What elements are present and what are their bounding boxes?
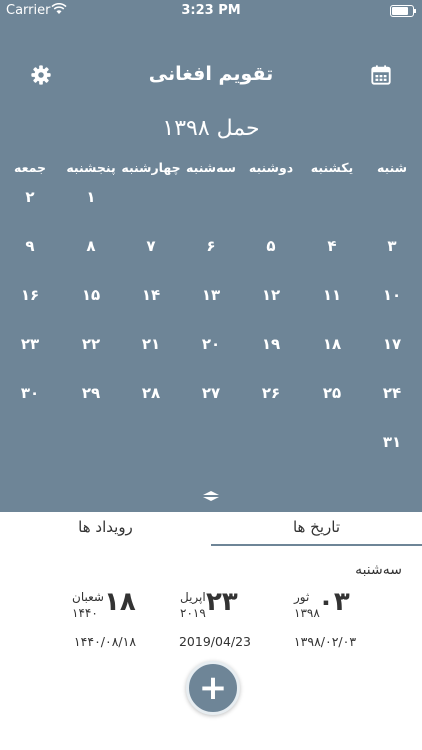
status-bar: Carrier 3:23 PM <box>0 0 422 22</box>
calendar-day[interactable]: ۳ <box>367 237 417 255</box>
lunar-month: شعبان <box>72 590 104 604</box>
solar-year: ۱۳۹۸ <box>294 606 320 620</box>
calendar-day[interactable]: ۴ <box>307 237 357 255</box>
calendar-day[interactable]: ۱۶ <box>5 286 55 304</box>
lunar-full-date: ۱۴۴۰/۰۸/۱۸ <box>73 634 137 649</box>
weekday-label: چهارشنبه <box>121 160 181 175</box>
weekday-label: سه‌شنبه <box>186 160 236 175</box>
gregorian-year: ۲۰۱۹ <box>180 606 206 620</box>
calendar-day[interactable]: ۲۶ <box>246 384 296 402</box>
today-dates: ۰۳ ثور ۱۳۹۸ ۱۳۹۸/۰۲/۰۳ ۲۳ اپریل ۲۰۱۹ 201… <box>0 585 422 655</box>
tab-dates[interactable]: تاریخ ها <box>211 512 422 546</box>
weekday-label: پنجشنبه <box>66 160 116 175</box>
calendar-day[interactable]: ۵ <box>246 237 296 255</box>
calendar-icon[interactable] <box>370 64 392 86</box>
calendar-day[interactable]: ۲۲ <box>66 335 116 353</box>
calendar-day[interactable]: ۲۴ <box>367 384 417 402</box>
gregorian-month: اپریل <box>180 590 206 604</box>
plus-icon: + <box>198 668 228 708</box>
gregorian-day: ۲۳ <box>206 587 238 617</box>
today-weekday: سه‌شنبه <box>355 562 402 578</box>
calendar-day[interactable]: ۲۹ <box>66 384 116 402</box>
tab-bar: رویداد ها تاریخ ها <box>0 512 422 546</box>
weekday-label: شنبه <box>376 160 408 175</box>
lunar-year: ۱۴۴۰ <box>72 606 98 620</box>
calendar-day[interactable]: ۱۸ <box>307 335 357 353</box>
battery-icon <box>390 5 416 17</box>
battery-level <box>392 7 408 15</box>
calendar-day[interactable]: ۱۲ <box>246 286 296 304</box>
tab-events[interactable]: رویداد ها <box>0 512 211 544</box>
weekday-header: شنبه یکشنبه دوشنبه سه‌شنبه چهارشنبه پنجش… <box>0 160 422 180</box>
calendar-day[interactable]: ۲۱ <box>126 335 176 353</box>
calendar-day[interactable]: ۱۹ <box>246 335 296 353</box>
nav-bar: تقویم افغانی <box>0 55 422 95</box>
weekday-label: جمعه <box>13 160 47 175</box>
add-event-button[interactable]: + <box>186 661 240 715</box>
calendar-day[interactable]: ۲۰ <box>186 335 236 353</box>
calendar-day[interactable]: ۹ <box>5 237 55 255</box>
calendar-day[interactable]: ۳۰ <box>5 384 55 402</box>
calendar-day[interactable]: ۳۱ <box>367 433 417 451</box>
calendar-day[interactable]: ۱۰ <box>367 286 417 304</box>
calendar-panel: Carrier 3:23 PM تقویم افغانی حمل ۱۳۹۸ شن… <box>0 0 422 512</box>
solar-month: ثور <box>294 590 310 604</box>
lunar-day: ۱۸ <box>104 587 136 617</box>
calendar-day[interactable]: ۸ <box>66 237 116 255</box>
calendar-day[interactable]: ۱۳ <box>186 286 236 304</box>
calendar-day[interactable]: ۲۵ <box>307 384 357 402</box>
lunar-date-card: ۱۸ شعبان ۱۴۴۰ ۱۴۴۰/۰۸/۱۸ <box>40 585 170 655</box>
app-title: تقویم افغانی <box>148 63 274 85</box>
collapse-handle-icon[interactable] <box>199 488 223 504</box>
calendar-day[interactable]: ۶ <box>186 237 236 255</box>
calendar-day[interactable]: ۱ <box>66 188 116 206</box>
weekday-label: یکشنبه <box>310 160 354 175</box>
calendar-day[interactable]: ۱۱ <box>307 286 357 304</box>
calendar-day[interactable]: ۱۷ <box>367 335 417 353</box>
calendar-day[interactable]: ۱۵ <box>66 286 116 304</box>
month-title: حمل ۱۳۹۸ <box>162 116 260 141</box>
calendar-day[interactable]: ۷ <box>126 237 176 255</box>
status-time: 3:23 PM <box>181 3 241 18</box>
calendar-day[interactable]: ۲۸ <box>126 384 176 402</box>
weekday-label: دوشنبه <box>248 160 294 175</box>
calendar-grid: ۱ ۲ ۳ ۴ ۵ ۶ ۷ ۸ ۹ ۱۰ ۱۱ ۱۲ ۱۳ ۱۴ ۱۵ ۱۶ ۱۷ ۱۸ ۱۹ ۲۰ ۲۱ ۲۲ ۲۳ ۲۴ ۲… <box>0 188 422 488</box>
calendar-day[interactable]: ۲۷ <box>186 384 236 402</box>
calendar-day[interactable]: ۲۳ <box>5 335 55 353</box>
calendar-day[interactable]: ۲ <box>5 188 55 206</box>
calendar-day[interactable]: ۱۴ <box>126 286 176 304</box>
solar-day: ۰۳ <box>318 587 350 617</box>
